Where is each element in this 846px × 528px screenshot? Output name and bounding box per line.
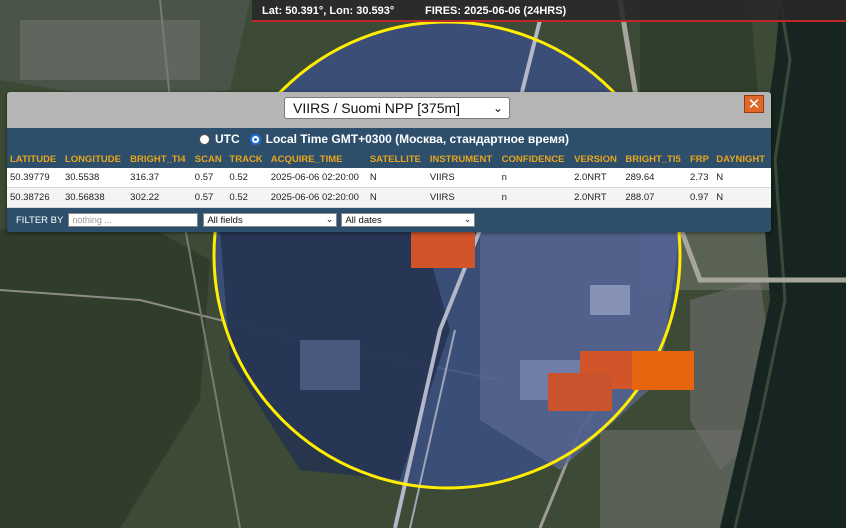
cell-frp: 2.73 [687,168,714,188]
cell-latitude: 50.38726 [7,187,62,208]
date-filter-value: All dates [345,214,382,226]
local-time-label: Local Time GMT+0300 (Москва, стандартное… [265,132,570,146]
coordinates-readout: Lat: 50.391°, Lon: 30.593° [262,5,395,17]
cell-instrument: VIIRS [426,187,499,208]
time-zone-options: UTC Local Time GMT+0300 (Москва, стандар… [7,128,771,150]
cell-confidence: n [498,168,572,188]
cell-satellite: N [366,168,427,188]
cell-bright-ti5: 289.64 [622,168,687,188]
cell-satellite: N [366,187,427,208]
col-daynight[interactable]: DAYNIGHT [713,150,771,168]
satellite-map[interactable] [0,0,846,528]
status-bar-divider [252,20,846,22]
satellite-select-value: VIIRS / Suomi NPP [375m] [293,100,461,116]
cell-acquire-time: 2025-06-06 02:20:00 [267,168,367,188]
col-bright-ti5[interactable]: BRIGHT_TI5 [622,150,687,168]
utc-radio[interactable] [198,133,210,145]
satellite-select[interactable]: VIIRS / Suomi NPP [375m] ⌄ [284,97,510,119]
cell-version: 2.0NRT [571,187,623,208]
filter-input[interactable]: nothing ... [68,213,199,227]
local-time-option[interactable]: Local Time GMT+0300 (Москва, стандартное… [249,132,570,146]
fires-date-label: FIRES: 2025-06-06 (24HRS) [425,5,567,17]
cell-instrument: VIIRS [426,168,499,188]
filter-label: FILTER BY [16,214,64,226]
utc-label: UTC [214,132,240,146]
filter-bar: FILTER BY nothing ... All fields ⌄ All d… [7,208,771,232]
table-row[interactable]: 50.39779 30.5538 316.37 0.57 0.52 2025-0… [7,168,771,188]
table-row[interactable]: 50.38726 30.56838 302.22 0.57 0.52 2025-… [7,187,771,208]
cell-longitude: 30.56838 [61,187,128,208]
utc-option[interactable]: UTC [198,132,240,146]
cell-frp: 0.97 [687,187,714,208]
field-filter-select[interactable]: All fields ⌄ [203,213,338,227]
cell-scan: 0.57 [191,168,227,188]
fire-hotspot [411,232,475,268]
cell-track: 0.52 [226,187,268,208]
field-filter-value: All fields [207,214,243,226]
col-track[interactable]: TRACK [226,150,268,168]
status-bar: Lat: 50.391°, Lon: 30.593° FIRES: 2025-0… [252,0,846,22]
col-instrument[interactable]: INSTRUMENT [426,150,499,168]
fire-details-popup: VIIRS / Suomi NPP [375m] ⌄ ✕ UTC Local T… [7,92,771,232]
cell-version: 2.0NRT [571,168,623,188]
cell-confidence: n [498,187,572,208]
chevron-down-icon: ⌄ [492,101,503,115]
cell-bright-ti5: 288.07 [622,187,687,208]
chevron-down-icon: ⌄ [325,214,334,224]
col-confidence[interactable]: CONFIDENCE [498,150,572,168]
cell-daynight: N [713,168,771,188]
fire-hotspot [632,351,694,390]
filter-placeholder: nothing ... [72,215,112,225]
date-filter-select[interactable]: All dates ⌄ [341,213,476,227]
col-frp[interactable]: FRP [687,150,714,168]
cell-track: 0.52 [226,168,268,188]
col-scan[interactable]: SCAN [191,150,227,168]
cell-bright-ti4: 302.22 [127,187,192,208]
fire-hotspot [548,373,612,411]
fires-table: LATITUDE LONGITUDE BRIGHT_TI4 SCAN TRACK… [7,150,771,208]
cell-daynight: N [713,187,771,208]
cell-bright-ti4: 316.37 [127,168,192,188]
col-longitude[interactable]: LONGITUDE [61,150,128,168]
local-time-radio[interactable] [249,133,261,145]
col-satellite[interactable]: SATELLITE [366,150,427,168]
popup-header: VIIRS / Suomi NPP [375m] ⌄ ✕ [7,92,771,128]
chevron-down-icon: ⌄ [463,214,472,224]
col-acquire-time[interactable]: ACQUIRE_TIME [267,150,367,168]
cell-latitude: 50.39779 [7,168,62,188]
cell-acquire-time: 2025-06-06 02:20:00 [267,187,367,208]
cell-longitude: 30.5538 [61,168,128,188]
col-version[interactable]: VERSION [571,150,623,168]
close-button[interactable]: ✕ [744,95,764,113]
cell-scan: 0.57 [191,187,227,208]
col-latitude[interactable]: LATITUDE [7,150,62,168]
table-header-row: LATITUDE LONGITUDE BRIGHT_TI4 SCAN TRACK… [7,150,771,168]
col-bright-ti4[interactable]: BRIGHT_TI4 [127,150,192,168]
